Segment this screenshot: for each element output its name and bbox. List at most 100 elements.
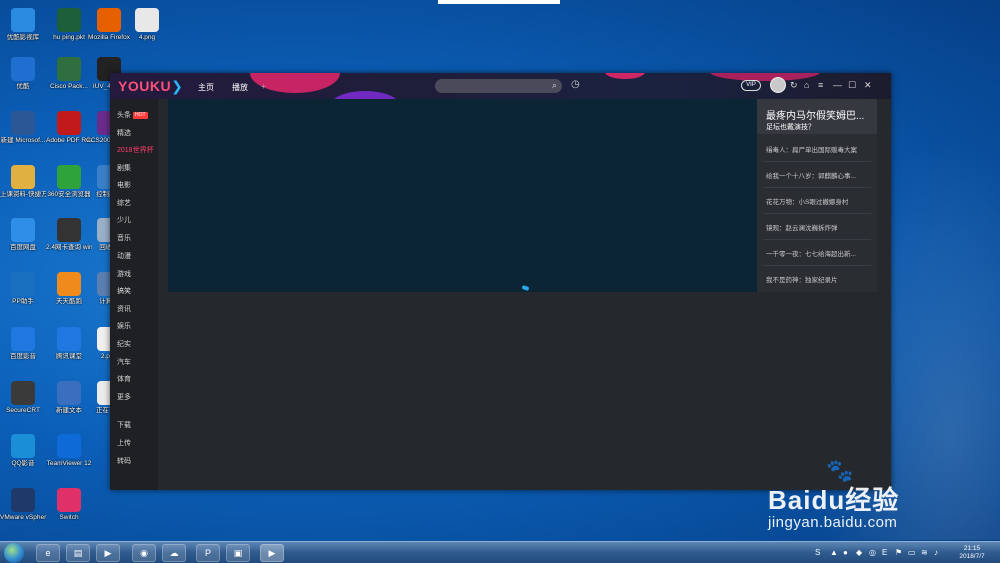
tray-s-icon[interactable]: S <box>815 548 820 557</box>
sidebar-item[interactable]: 头条 HOT <box>117 110 148 120</box>
close-icon[interactable]: ✕ <box>864 80 872 91</box>
sidebar-item[interactable]: 精选 <box>117 128 131 138</box>
search-input[interactable]: ⌕ <box>435 79 562 93</box>
sidebar-item[interactable]: 综艺 <box>117 198 131 208</box>
sidebar-item-label: 资讯 <box>117 306 131 313</box>
youku-folder-icon <box>11 8 35 32</box>
recommend-divider <box>763 213 871 214</box>
recommend-item[interactable]: 一千零一夜：七七给海超出新... <box>766 248 871 258</box>
desktop-shortcut[interactable]: Switch <box>46 488 92 522</box>
tray-app-icon[interactable]: ● <box>843 548 848 557</box>
sidebar-item[interactable]: 少儿 <box>117 215 131 225</box>
tab-play[interactable]: 播放 <box>232 82 248 93</box>
menu-icon[interactable]: ≡ <box>818 80 823 90</box>
recommend-item[interactable]: 缉毒人：扁尸单出国际贩毒大案 <box>766 144 871 154</box>
recommend-item[interactable]: 镜观：赵云澜沈巍拆炸弹 <box>766 222 871 232</box>
360-browser-taskbar-icon[interactable]: ◉ <box>132 544 156 562</box>
desktop-shortcut[interactable]: 优酷影视库 <box>0 8 46 42</box>
desktop-shortcut[interactable]: PP助手 <box>0 272 46 306</box>
game-icon <box>57 272 81 296</box>
sidebar-item[interactable]: 汽车 <box>117 357 131 367</box>
taskbar-clock[interactable]: 21:15 2018/7/7 <box>954 545 990 561</box>
youku-taskbar-icon[interactable]: ▶ <box>260 544 284 562</box>
tray-wifi-icon[interactable]: ≋ <box>921 548 928 557</box>
desktop-shortcut[interactable]: TeamViewer 12 <box>46 434 92 468</box>
wps-taskbar-icon[interactable]: P <box>196 544 220 562</box>
sidebar-item-label: 剧集 <box>117 165 131 172</box>
tray-qq-icon[interactable]: ◎ <box>869 548 876 557</box>
desktop-shortcut-label: 百度网盘 <box>10 244 36 251</box>
desktop-shortcut[interactable]: 百度影音 <box>0 327 46 361</box>
sidebar-item-label: 少儿 <box>117 217 131 224</box>
sidebar-item[interactable]: 下载 <box>117 420 131 430</box>
refresh-icon[interactable]: ↻ <box>790 80 798 91</box>
recommend-subtitle: 足坛也戴演技？ <box>766 124 815 131</box>
desktop-shortcut[interactable]: 新建 Microsof... <box>0 111 46 145</box>
sidebar-item[interactable]: 更多 <box>117 392 131 402</box>
sidebar-item[interactable]: 2018世界杯 <box>117 145 154 155</box>
explorer-icon[interactable]: ▤ <box>66 544 90 562</box>
sidebar-item[interactable]: 资讯 <box>117 304 131 314</box>
baidu-netdisk-icon <box>11 218 35 242</box>
vmware-icon <box>11 488 35 512</box>
add-tab-button[interactable]: + <box>261 82 266 91</box>
tray-flag-icon[interactable]: ⚑ <box>895 548 902 557</box>
desktop-shortcut[interactable]: SecureCRT <box>0 381 46 415</box>
tray-arrow-icon[interactable]: ▲ <box>830 548 838 557</box>
baidu-netdisk-taskbar-icon[interactable]: ☁ <box>162 544 186 562</box>
tray-e-icon[interactable]: E <box>882 548 887 557</box>
sidebar-item-label: 转码 <box>117 458 131 465</box>
baidu-jingyan-watermark: 🐾 Baidu经验 jingyan.baidu.com <box>768 458 988 538</box>
sidebar-item[interactable]: 剧集 <box>117 163 131 173</box>
sidebar-item[interactable]: 音乐 <box>117 233 131 243</box>
desktop-shortcut[interactable]: QQ影音 <box>0 434 46 468</box>
remote-desktop-taskbar-icon[interactable]: ▣ <box>226 544 250 562</box>
start-button[interactable] <box>4 543 24 563</box>
youku-icon <box>11 57 35 81</box>
ie-icon[interactable]: e <box>36 544 60 562</box>
skin-icon[interactable]: ⌂ <box>804 80 809 90</box>
avatar[interactable] <box>770 77 786 93</box>
media-player-icon[interactable]: ▶ <box>96 544 120 562</box>
youku-window: YOUKU❯ 主页 播放 + ⌕ ◷ VIP ↻ ⌂ ≡ — ☐ ✕ 头条 HOT… <box>110 73 891 490</box>
vip-button[interactable]: VIP <box>741 80 761 91</box>
sidebar-item[interactable]: 电影 <box>117 180 131 190</box>
sidebar-item[interactable]: 上传 <box>117 438 131 448</box>
desktop-shortcut[interactable]: VMware vSphere <box>0 488 46 522</box>
clock-time: 21:15 <box>963 545 981 552</box>
tray-volume-icon[interactable]: ♪ <box>934 548 938 557</box>
desktop-shortcut[interactable]: 优酷 <box>0 57 46 91</box>
tray-network-icon[interactable]: ◆ <box>856 548 862 557</box>
maximize-icon[interactable]: ☐ <box>848 80 856 91</box>
sidebar-item[interactable]: 体育 <box>117 374 131 384</box>
desktop-shortcut[interactable]: 上课资料-快捷方式 <box>0 165 46 199</box>
desktop-shortcut[interactable]: 4.png <box>124 8 170 42</box>
desktop-shortcut-label: VMware vSphere <box>0 514 46 521</box>
sidebar-item[interactable]: 转码 <box>117 456 131 466</box>
sidebar-item-label: 纪实 <box>117 341 131 348</box>
video-player[interactable] <box>168 99 757 292</box>
search-icon[interactable]: ⌕ <box>552 80 557 91</box>
sidebar-item[interactable]: 动漫 <box>117 251 131 261</box>
sidebar-item[interactable]: 纪实 <box>117 339 131 349</box>
recommend-header[interactable]: 最疼内马尔假笑姆巴... 足坛也戴演技？ <box>757 99 877 134</box>
youku-logo[interactable]: YOUKU❯ <box>118 78 183 95</box>
desktop-shortcut-label: TeamViewer 12 <box>46 460 92 467</box>
sidebar-item[interactable]: 搞笑 <box>117 286 131 296</box>
minimize-icon[interactable]: — <box>833 80 842 90</box>
loading-spinner <box>521 284 530 292</box>
desktop-shortcut-label: 上课资料-快捷方式 <box>0 191 46 198</box>
sidebar-item[interactable]: 娱乐 <box>117 321 131 331</box>
firefox-icon <box>97 8 121 32</box>
tray-monitor-icon[interactable]: ▭ <box>908 548 916 557</box>
sidebar-item[interactable]: 游戏 <box>117 269 131 279</box>
history-icon[interactable]: ◷ <box>571 79 580 90</box>
recommend-item[interactable]: 给我一个十八岁：郭麒麟心事... <box>766 170 871 180</box>
recommend-item[interactable]: 花花万物：小S眼过撤娜身村 <box>766 196 871 206</box>
network-tool-icon <box>57 218 81 242</box>
recommend-item[interactable]: 我不是药神：独家纪录片 <box>766 274 871 284</box>
baidu-player-icon <box>11 327 35 351</box>
tab-home[interactable]: 主页 <box>198 82 214 93</box>
desktop-shortcut[interactable]: 百度网盘 <box>0 218 46 252</box>
pp-assistant-icon <box>11 272 35 296</box>
